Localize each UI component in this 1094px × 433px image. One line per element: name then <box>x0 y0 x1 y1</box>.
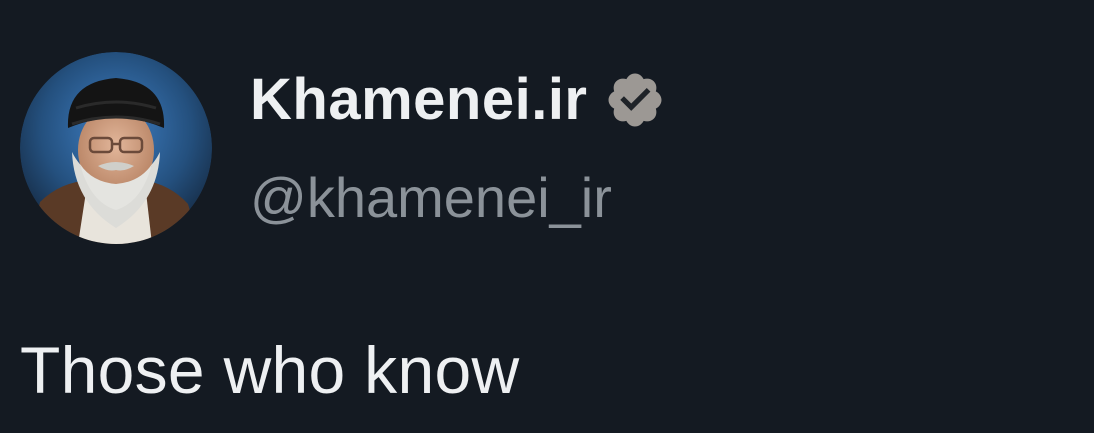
verified-badge-icon[interactable] <box>604 69 666 131</box>
author-name-row: Khamenei.ir <box>250 64 666 136</box>
avatar[interactable] <box>20 52 212 244</box>
display-name[interactable]: Khamenei.ir <box>250 64 588 136</box>
author-handle[interactable]: @khamenei_ir <box>250 164 612 232</box>
tweet-card: Khamenei.ir @khamenei_ir Those who know <box>0 0 1094 433</box>
tweet-text: Those who know <box>20 333 520 407</box>
avatar-image <box>20 52 212 244</box>
